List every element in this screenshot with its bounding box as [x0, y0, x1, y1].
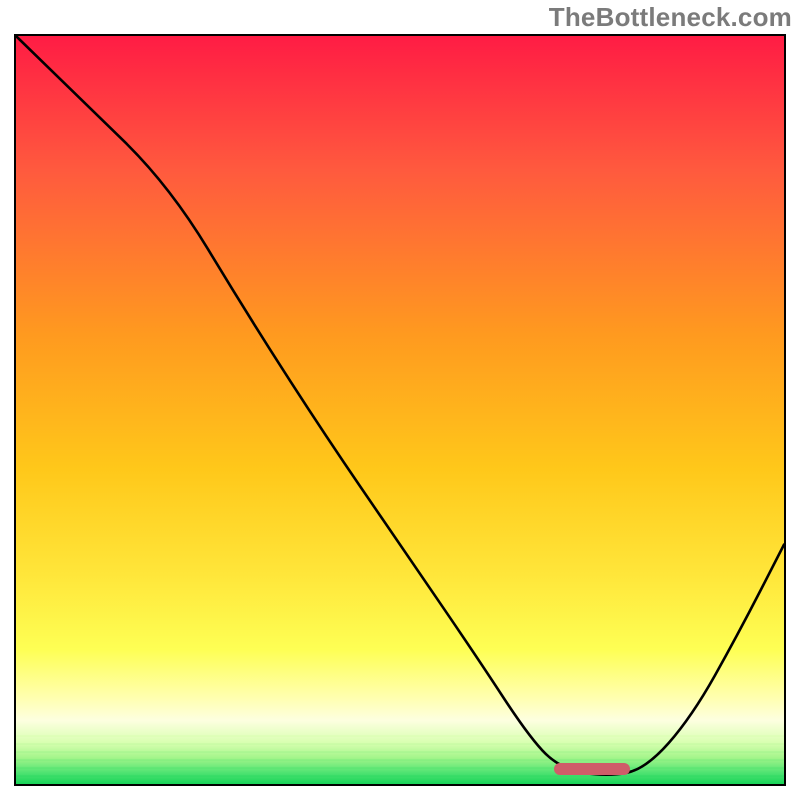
plot-area — [14, 34, 786, 786]
curve-layer — [16, 36, 784, 784]
bottleneck-curve-path — [16, 36, 784, 775]
watermark-label: TheBottleneck.com — [549, 2, 792, 33]
optimal-range-marker — [554, 763, 631, 775]
bottleneck-chart: TheBottleneck.com — [0, 0, 800, 800]
